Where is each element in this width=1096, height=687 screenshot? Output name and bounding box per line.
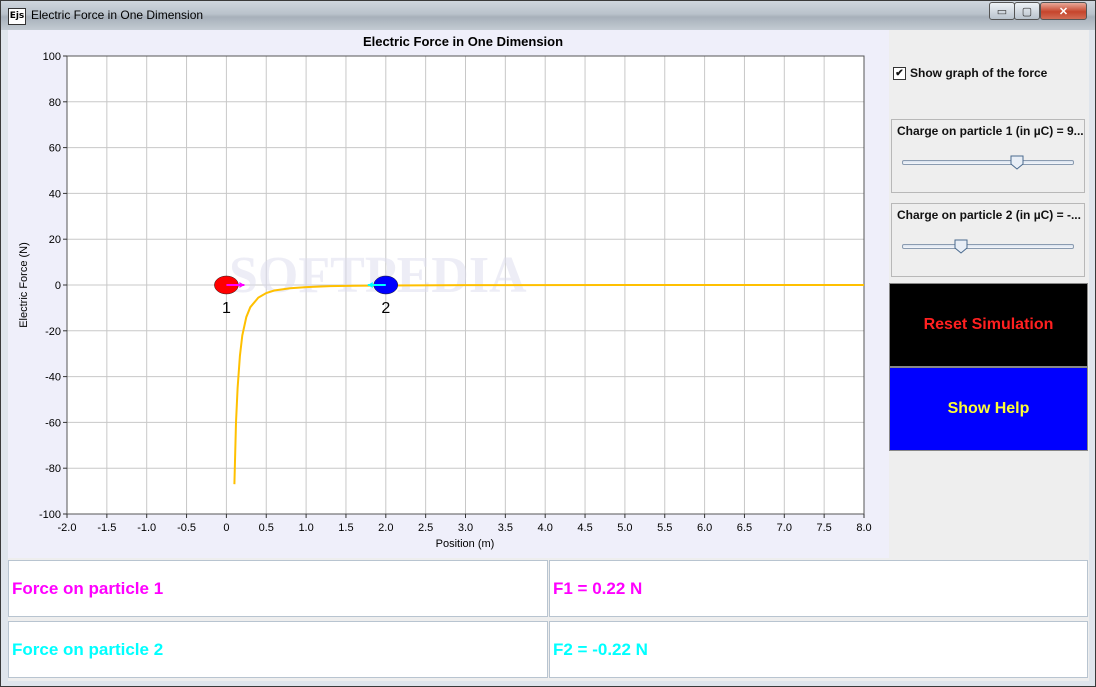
- y-tick-label: 40: [49, 188, 61, 200]
- app-window: Ejs Electric Force in One Dimension ▭ ▢ …: [0, 0, 1096, 687]
- title-bar[interactable]: Ejs Electric Force in One Dimension ▭ ▢ …: [1, 1, 1095, 30]
- x-tick-label: 1.5: [338, 522, 353, 534]
- particle-2-label: 2: [381, 300, 390, 317]
- x-tick-label: 2.0: [378, 522, 393, 534]
- x-axis-ticks: -2.0 -1.5 -1.0 -0.5 0 0.5 1.0 1.5 2.0 2.5 3.0 3.5 4.…: [58, 514, 872, 534]
- force2-value-field: F2 = -0.22 N: [549, 621, 1088, 678]
- x-tick-label: 6.0: [697, 522, 712, 534]
- charge1-slider-track[interactable]: [902, 155, 1074, 170]
- x-tick-label: 5.5: [657, 522, 672, 534]
- charge2-label: Charge on particle 2 (in µC) = -...: [897, 208, 1081, 222]
- charge1-slider-box: Charge on particle 1 (in µC) = 9...: [891, 119, 1085, 193]
- y-tick-label: -40: [45, 372, 61, 384]
- show-help-button[interactable]: Show Help: [889, 367, 1088, 451]
- control-panel: ✔ Show graph of the force Charge on part…: [889, 30, 1089, 558]
- x-tick-label: -1.0: [137, 522, 156, 534]
- maximize-button[interactable]: ▢: [1014, 2, 1040, 20]
- x-tick-label: 0.5: [259, 522, 274, 534]
- watermark: SOFTPEDIA: [229, 247, 527, 304]
- plot-panel: SOFTPEDIA -2.0 -1.5 -1.0 -0.5 0 0.5 1.0 1.5 2.0 2…: [8, 30, 889, 558]
- x-axis-label: Position (m): [436, 538, 495, 550]
- x-tick-label: -0.5: [177, 522, 196, 534]
- close-button[interactable]: ✕: [1040, 2, 1087, 20]
- minimize-button[interactable]: ▭: [989, 2, 1015, 20]
- x-tick-label: 7.5: [817, 522, 832, 534]
- x-tick-label: 3.5: [498, 522, 513, 534]
- y-tick-label: 100: [43, 51, 61, 63]
- y-tick-label: -100: [39, 509, 61, 521]
- x-tick-label: 6.5: [737, 522, 752, 534]
- show-graph-label: Show graph of the force: [910, 66, 1048, 80]
- y-tick-label: 60: [49, 143, 61, 155]
- x-tick-label: 5.0: [617, 522, 632, 534]
- force1-value-field: F1 = 0.22 N: [549, 560, 1088, 617]
- force2-label-field: Force on particle 2: [8, 621, 548, 678]
- force1-label-field: Force on particle 1: [8, 560, 548, 617]
- force-plot: SOFTPEDIA -2.0 -1.5 -1.0 -0.5 0 0.5 1.0 1.5 2.0 2…: [18, 34, 872, 550]
- x-tick-label: 4.0: [538, 522, 553, 534]
- x-tick-label: -1.5: [97, 522, 116, 534]
- y-axis-ticks: 100 80 60 40 20 0 -20 -40 -60 -80 -100: [39, 51, 67, 521]
- x-tick-label: 3.0: [458, 522, 473, 534]
- show-graph-checkbox-row[interactable]: ✔ Show graph of the force: [893, 66, 1047, 80]
- x-tick-label: 8.0: [856, 522, 871, 534]
- window-title: Electric Force in One Dimension: [31, 8, 204, 22]
- y-tick-label: -80: [45, 463, 61, 475]
- chart-title: Electric Force in One Dimension: [363, 34, 563, 49]
- y-tick-label: 80: [49, 97, 61, 109]
- client-area: SOFTPEDIA -2.0 -1.5 -1.0 -0.5 0 0.5 1.0 1.5 2.0 2…: [8, 30, 1089, 681]
- charge2-slider-box: Charge on particle 2 (in µC) = -...: [891, 203, 1085, 277]
- charge2-slider-track[interactable]: [902, 239, 1074, 254]
- app-icon[interactable]: Ejs: [8, 8, 26, 25]
- particle-1-label: 1: [222, 300, 231, 317]
- x-tick-label: 4.5: [577, 522, 592, 534]
- charge2-slider-thumb[interactable]: [954, 239, 968, 254]
- y-tick-label: 20: [49, 234, 61, 246]
- reset-simulation-button[interactable]: Reset Simulation: [889, 283, 1088, 367]
- charge1-label: Charge on particle 1 (in µC) = 9...: [897, 124, 1084, 138]
- x-tick-label: 0: [223, 522, 229, 534]
- y-tick-label: -60: [45, 417, 61, 429]
- x-tick-label: 1.0: [298, 522, 313, 534]
- x-tick-label: 7.0: [777, 522, 792, 534]
- y-axis-label: Electric Force (N): [18, 242, 30, 328]
- charge1-slider-thumb[interactable]: [1010, 155, 1024, 170]
- y-tick-label: 0: [55, 280, 61, 292]
- show-graph-checkbox[interactable]: ✔: [893, 66, 906, 80]
- x-tick-label: -2.0: [58, 522, 77, 534]
- y-tick-label: -20: [45, 326, 61, 338]
- x-tick-label: 2.5: [418, 522, 433, 534]
